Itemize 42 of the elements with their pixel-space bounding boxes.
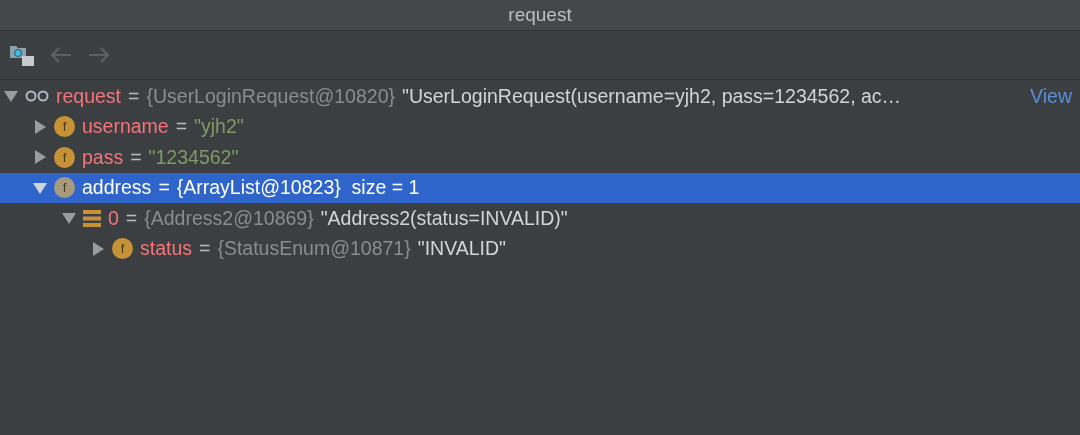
variable-name: username: [82, 114, 169, 140]
glasses-icon: [25, 90, 49, 103]
equals-sign: =: [199, 236, 211, 262]
tree-row[interactable]: f pass = "1234562": [0, 142, 1080, 173]
tree-row[interactable]: f status = {StatusEnum@10871} "INVALID": [0, 233, 1080, 264]
field-icon: f: [54, 146, 75, 168]
equals-sign: =: [130, 144, 142, 170]
variable-name: address: [82, 175, 152, 201]
frames-icon[interactable]: [10, 44, 34, 66]
field-icon: f: [54, 116, 75, 138]
object-value: "INVALID": [417, 236, 506, 262]
equals-sign: =: [125, 205, 138, 231]
collapse-arrow-icon[interactable]: [33, 180, 47, 195]
object-reference: {Address2@10869}: [144, 205, 314, 231]
equals-sign: =: [175, 114, 188, 140]
string-value: "1234562": [148, 144, 239, 170]
expand-arrow-icon[interactable]: [91, 241, 105, 256]
equals-sign: =: [158, 175, 170, 201]
equals-sign: =: [128, 83, 140, 109]
view-link[interactable]: View: [1030, 81, 1072, 111]
string-value: "yjh2": [194, 114, 244, 140]
stack-icon: [83, 209, 101, 227]
object-value: "UserLoginRequest(username=yjh2, pass=1234562, ac…: [402, 83, 902, 109]
tree-row[interactable]: f address = {ArrayList@10823} size = 1: [0, 172, 1080, 203]
collapse-arrow-icon[interactable]: [62, 211, 76, 226]
expand-arrow-icon[interactable]: [33, 150, 47, 165]
object-value: {ArrayList@10823} size = 1: [176, 175, 420, 201]
variable-name: pass: [82, 144, 124, 170]
field-icon: f: [112, 238, 133, 260]
window-title: request: [0, 0, 1080, 31]
object-reference: {UserLoginRequest@10820}: [146, 83, 395, 109]
variable-name: status: [140, 236, 193, 262]
object-value: "Address2(status=INVALID)": [320, 205, 568, 231]
collapse-arrow-icon[interactable]: [4, 89, 18, 104]
field-icon: f: [54, 177, 75, 199]
expand-arrow-icon[interactable]: [33, 119, 47, 134]
tree-row[interactable]: 0 = {Address2@10869} "Address2(status=INVALID)": [0, 203, 1080, 234]
tree-row[interactable]: request = {UserLoginRequest@10820} "UserLoginRequest(username=yjh2, pass=1234562, ac… View: [0, 81, 1080, 112]
variable-name: request: [56, 83, 122, 109]
tree-row[interactable]: f username = "yjh2": [0, 111, 1080, 142]
variable-name: 0: [108, 205, 119, 231]
object-reference: {StatusEnum@10871}: [217, 236, 411, 262]
